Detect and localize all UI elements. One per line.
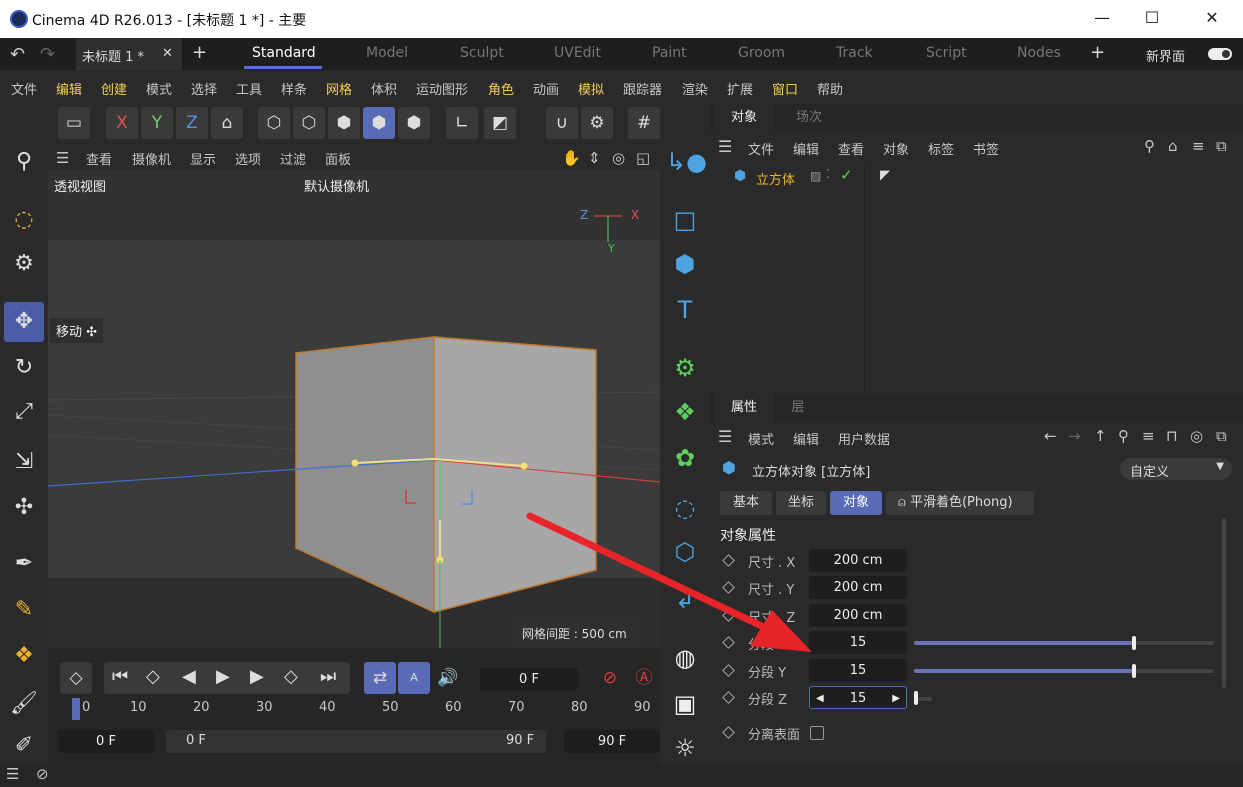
status-check-icon[interactable]: ⊘ — [36, 765, 49, 783]
status-bar: ☰ ⊘ — [0, 764, 1243, 787]
status-menu-icon[interactable]: ☰ — [6, 765, 19, 783]
annotation-arrow — [526, 512, 812, 652]
